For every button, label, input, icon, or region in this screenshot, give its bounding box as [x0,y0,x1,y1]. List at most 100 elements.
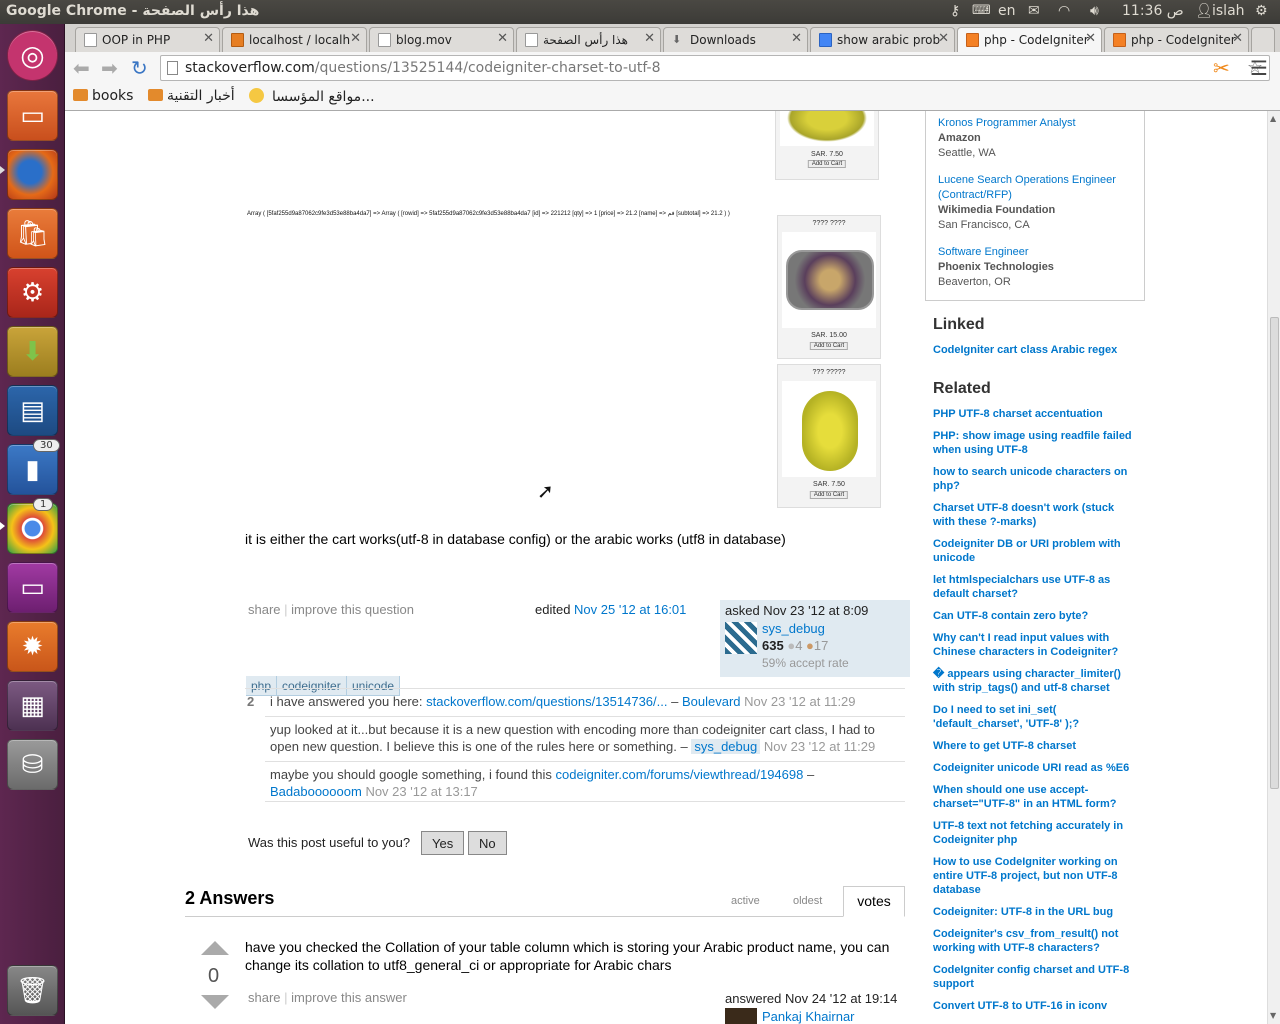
software-center-icon[interactable]: 🛍︎ [7,208,58,259]
tab-blog-mov[interactable]: blog.mov ✕ [369,27,514,52]
workspace-switcher-icon[interactable]: ▦ [7,680,58,731]
useful-no-button[interactable]: No [468,831,507,855]
related-question-link[interactable]: Codeigniter: UTF-8 in the URL bug [933,905,1138,919]
sort-tab-active[interactable]: active [731,895,760,907]
ubuntu-dash-icon[interactable]: ◎ [7,30,58,81]
close-tab-icon[interactable]: ✕ [791,31,802,46]
tab-page-header[interactable]: هذا رأس الصفحة ✕ [516,27,661,52]
related-question-link[interactable]: PHP UTF-8 charset accentuation [933,407,1138,421]
related-question-link[interactable]: Can UTF-8 contain zero byte? [933,609,1138,623]
extension-icon[interactable]: ✂ [1213,56,1230,80]
linked-question-link[interactable]: CodeIgniter cart class Arabic regex [933,343,1138,357]
answerer-name-link[interactable]: Pankaj Khairnar [762,1009,855,1024]
related-question-link[interactable]: � appears using character_limiter() with… [933,667,1138,695]
add-to-cart-button[interactable]: Add to Cart [809,491,849,499]
sort-tab-oldest[interactable]: oldest [793,895,822,907]
keyboard-icon[interactable]: ⌨ [972,3,991,18]
scroll-down-arrow-icon[interactable]: ▼ [1270,1011,1276,1020]
scroll-up-arrow-icon[interactable]: ▲ [1270,114,1276,123]
comment-link[interactable]: codeigniter.com/forums/viewthread/194698 [555,767,803,782]
wifi-icon[interactable]: ◠ [1058,3,1070,19]
close-tab-icon[interactable]: ✕ [938,31,949,46]
chrome-icon[interactable]: 1 [7,498,58,554]
trash-icon[interactable]: 🗑︎ [7,965,58,1016]
page-scrollbar[interactable]: ▲ ▼ [1267,111,1280,1024]
related-question-link[interactable]: Codeigniter DB or URI problem with unico… [933,537,1138,565]
related-question-link[interactable]: Why can't I read input values with Chine… [933,631,1138,659]
sort-tab-votes[interactable]: votes [843,886,905,917]
related-question-link[interactable]: PHP: show image using readfile failed wh… [933,429,1138,457]
edited-time-link[interactable]: Nov 25 '12 at 16:01 [574,602,686,617]
related-question-link[interactable]: Where to get UTF-8 charset [933,739,1138,753]
back-arrow-icon[interactable]: ⬅ [73,56,90,80]
asker-name-link[interactable]: sys_debug [762,621,825,636]
volume-icon[interactable]: 🔊︎ [1090,3,1099,19]
add-to-cart-button[interactable]: Add to Cart [807,160,847,168]
user-avatar[interactable] [725,622,757,654]
tab-oop-in-php[interactable]: OOP in PHP ✕ [75,27,220,52]
mail-icon[interactable]: ✉ [1028,3,1040,19]
related-question-link[interactable]: When should one use accept-charset="UTF-… [933,783,1138,811]
session-gear-icon[interactable]: ⚙ [1255,3,1268,19]
tab-show-arabic[interactable]: show arabic prob ✕ [810,27,955,52]
related-question-link[interactable]: Codeigniter's csv_from_result() not work… [933,927,1138,955]
close-tab-icon[interactable]: ✕ [644,31,655,46]
improve-question-link[interactable]: improve this question [291,602,414,617]
tab-php-codeigniter-active[interactable]: php - CodeIgniter ✕ [957,27,1102,52]
related-question-link[interactable]: Charset UTF-8 doesn't work (stuck with t… [933,501,1138,529]
close-tab-icon[interactable]: ✕ [497,31,508,46]
thermometer-app-icon[interactable]: ▮ 30 [7,439,60,495]
reload-icon[interactable]: ↻ [131,56,148,80]
firefox-icon[interactable] [7,149,58,200]
close-tab-icon[interactable]: ✕ [203,31,214,46]
useful-yes-button[interactable]: Yes [421,831,465,855]
job-title-link[interactable]: Lucene Search Operations Engineer (Contr… [938,174,1116,201]
disk-drive-icon[interactable]: ⛁ [7,739,58,790]
close-tab-icon[interactable]: ✕ [1232,31,1243,46]
forward-arrow-icon[interactable]: ➡ [101,56,118,80]
accessibility-icon[interactable]: ⚷ [950,3,960,19]
share-link[interactable]: share [248,990,281,1005]
downvote-arrow-icon[interactable] [201,995,229,1009]
tab-php-codeigniter[interactable]: php - CodeIgniter ✕ [1104,27,1249,52]
answerer-avatar[interactable] [725,1008,757,1024]
keyboard-layout[interactable]: en [998,3,1016,19]
related-question-link[interactable]: How to use CodeIgniter working on entire… [933,855,1138,897]
close-tab-icon[interactable]: ✕ [1085,31,1096,46]
new-tab-button[interactable] [1251,27,1275,52]
tab-downloads[interactable]: ⬇ Downloads ✕ [663,27,808,52]
related-question-link[interactable]: Do I need to set ini_set( 'default_chars… [933,703,1138,731]
tab-localhost[interactable]: localhost / localh ✕ [222,27,367,52]
comment-link[interactable]: stackoverflow.com/questions/13514736/... [426,694,667,709]
files-icon[interactable]: ▭ [7,90,58,141]
writer-icon[interactable]: ▤ [7,385,58,436]
related-question-link[interactable]: Codeigniter unicode URI read as %E6 [933,761,1138,775]
related-question-link[interactable]: how to search unicode characters on php? [933,465,1138,493]
related-question-link[interactable]: UTF-8 text not fetching accurately in Co… [933,819,1138,847]
comment-user-link[interactable]: Badaboooooom [270,784,362,799]
job-title-link[interactable]: Kronos Programmer Analyst [938,117,1076,129]
clock[interactable]: 11:36 ص [1122,3,1184,19]
comment-user-link[interactable]: Boulevard [682,694,741,709]
archive-manager-icon[interactable]: ⬇ [7,326,58,377]
close-tab-icon[interactable]: ✕ [350,31,361,46]
system-settings-icon[interactable]: ⚙ [7,267,58,318]
related-question-link[interactable]: let htmlspecialchars use UTF-8 as defaul… [933,573,1138,601]
bookmark-tech-news[interactable]: أخبار التقنية [148,88,235,104]
user-name[interactable]: islah [1212,3,1245,19]
improve-answer-link[interactable]: improve this answer [291,990,407,1005]
comment-user-link[interactable]: sys_debug [691,739,761,754]
related-question-link[interactable]: CodeIgniter config charset and UTF-8 sup… [933,963,1138,991]
scrollbar-thumb[interactable] [1270,317,1279,789]
bookmark-books[interactable]: books [73,88,133,104]
bookmark-institutions[interactable]: مواقع المؤسسا... [249,88,375,105]
share-link[interactable]: share [248,602,281,617]
related-question-link[interactable]: Convert UTF-8 to UTF-16 in iconv [933,999,1138,1013]
upvote-arrow-icon[interactable] [201,941,229,955]
address-bar[interactable]: stackoverflow.com/questions/13525144/cod… [160,55,1270,81]
display-icon[interactable]: ▭ [7,562,58,613]
add-to-cart-button[interactable]: Add to Cart [809,342,849,350]
settings-gear-icon[interactable]: ✹ [7,621,58,672]
chrome-menu-icon[interactable]: ☰ [1250,56,1268,80]
job-title-link[interactable]: Software Engineer [938,246,1029,258]
